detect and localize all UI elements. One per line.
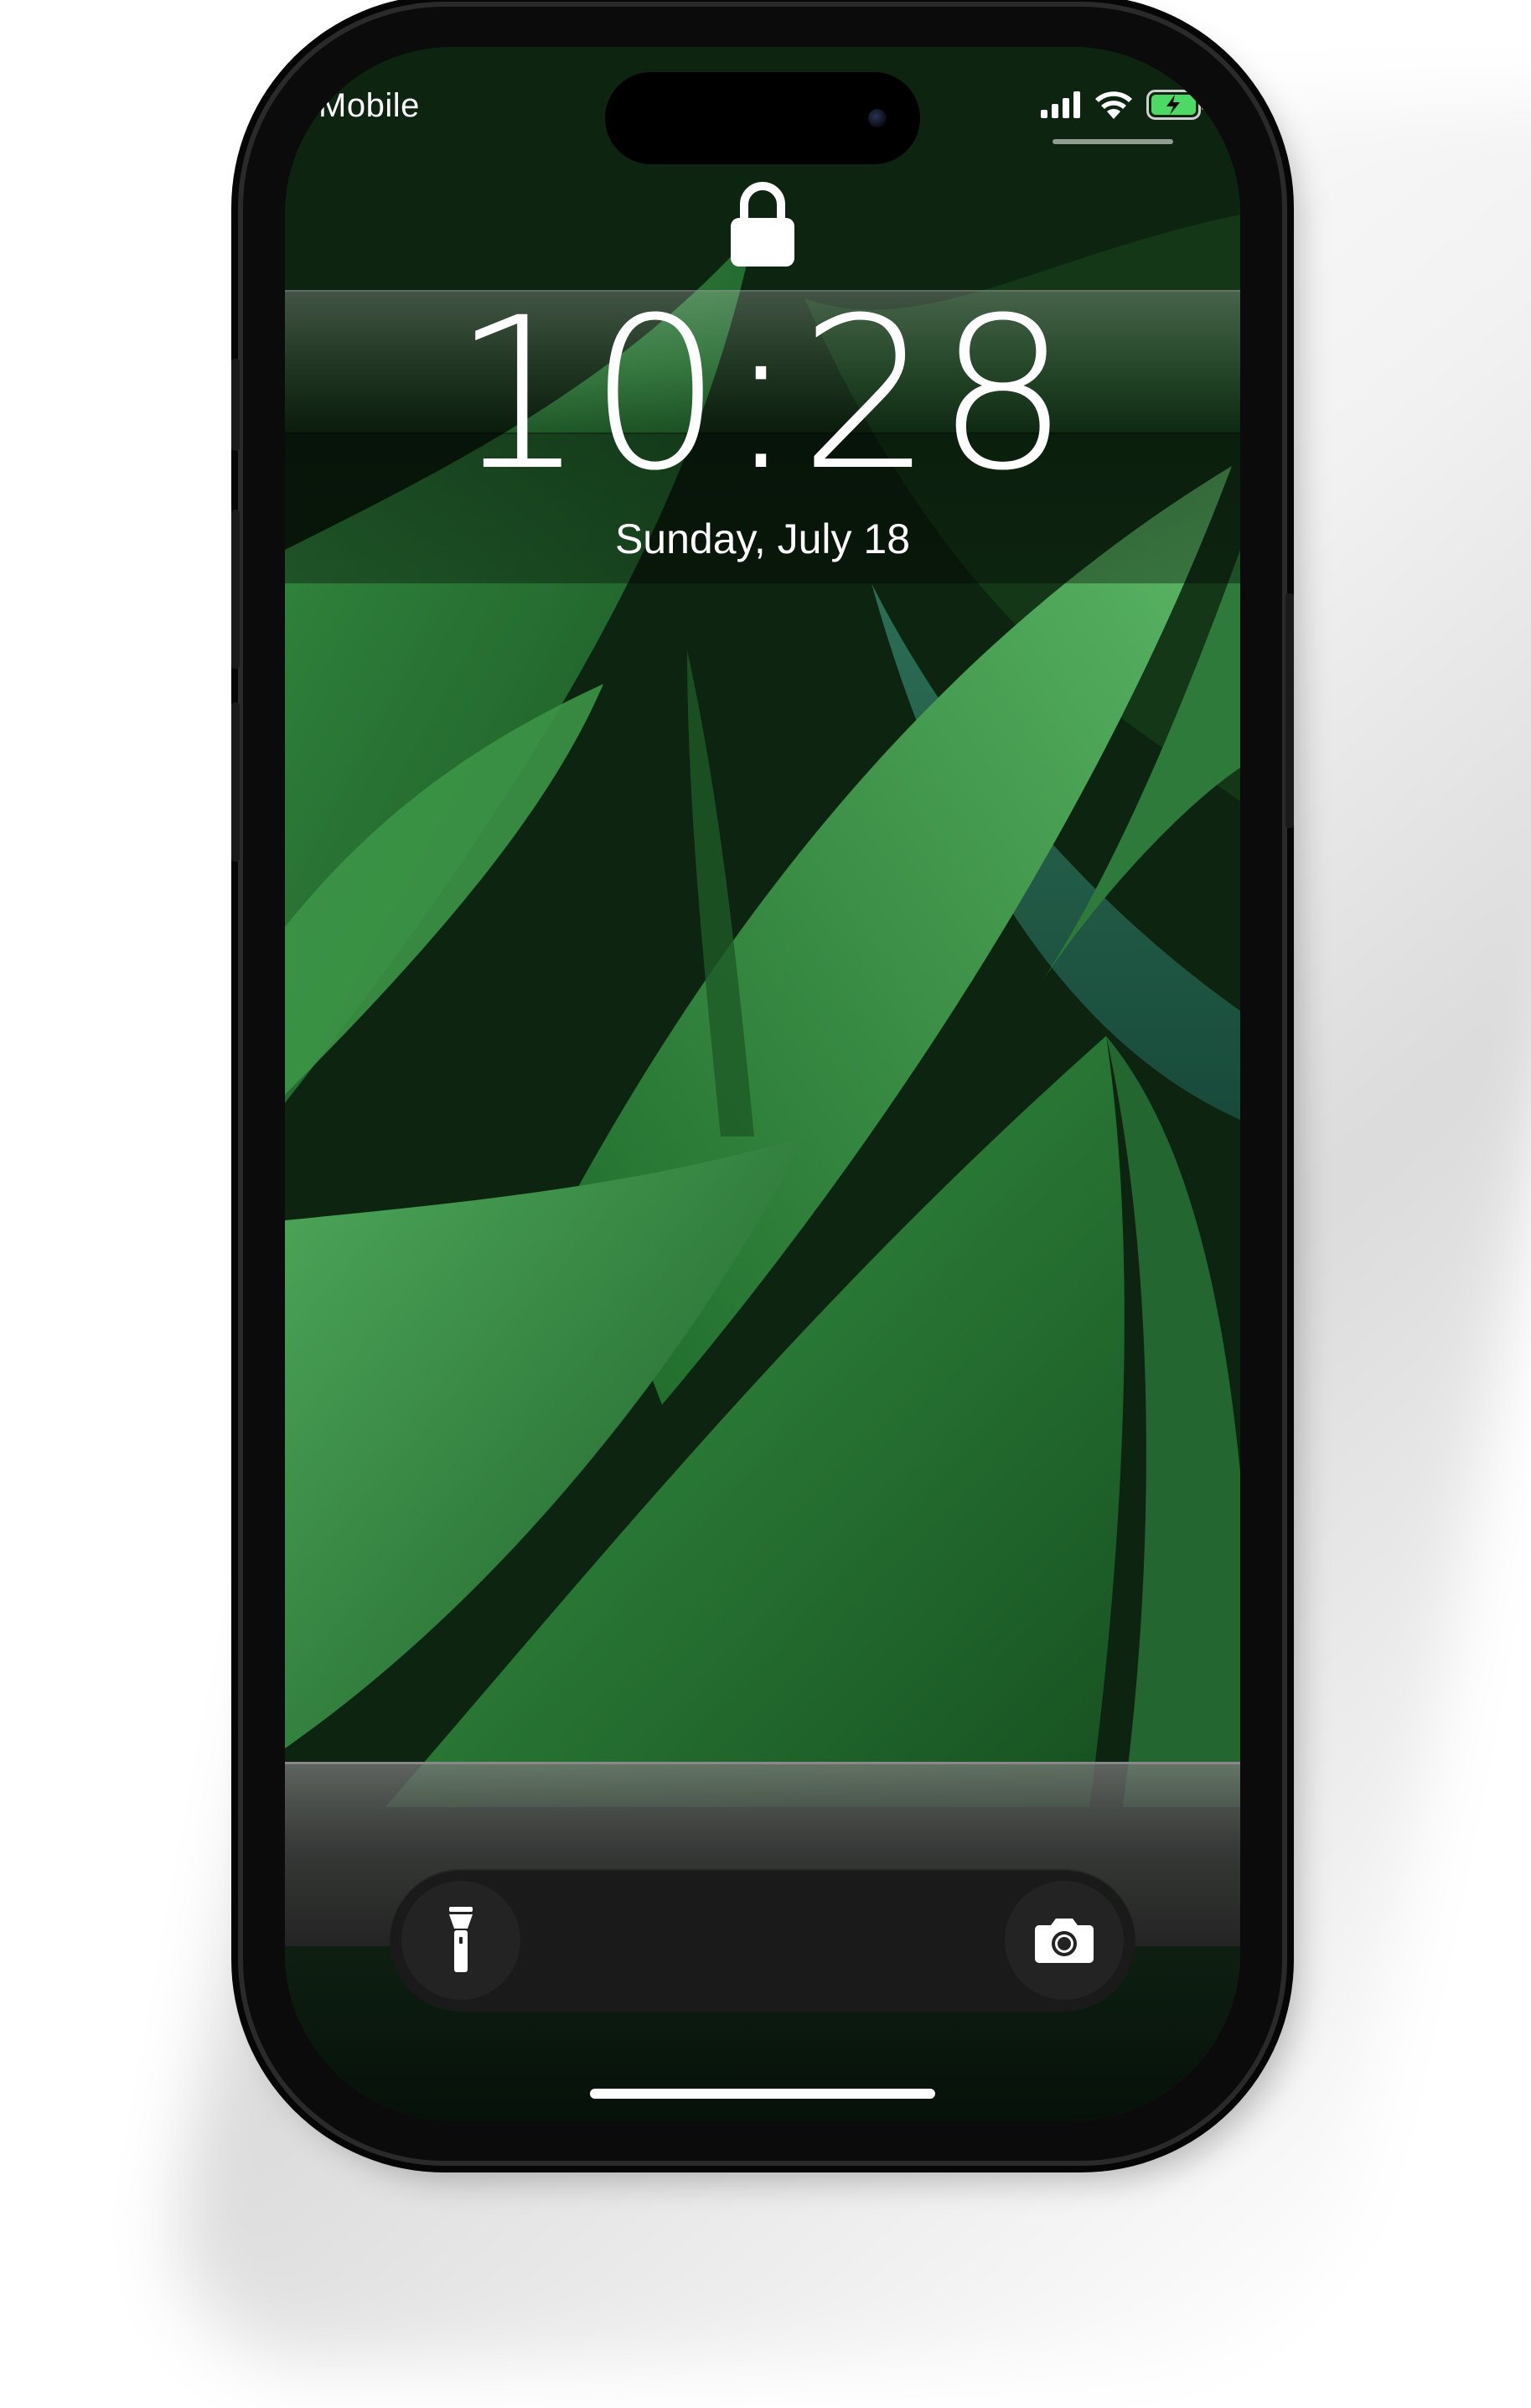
lock-screen[interactable]: Mobile 10:28 Sunday, July 18 (285, 47, 1240, 2121)
home-indicator[interactable] (590, 2089, 935, 2099)
action-button (231, 359, 240, 451)
phone-frame: Mobile 10:28 Sunday, July 18 (231, 7, 1294, 2161)
status-bar: Mobile (285, 47, 1240, 164)
carrier-label: Mobile (318, 87, 420, 124)
quick-actions-bar (390, 1869, 1135, 2012)
camera-icon (1035, 1919, 1094, 1963)
lock-icon (729, 181, 796, 268)
flashlight-icon (449, 1907, 473, 1972)
camera-button[interactable] (1005, 1881, 1124, 2000)
control-center-indicator[interactable] (1053, 139, 1173, 144)
cellular-signal-icon (1041, 91, 1080, 118)
power-button (1285, 593, 1294, 828)
lock-date: Sunday, July 18 (614, 515, 911, 562)
flashlight-button[interactable] (401, 1881, 520, 2000)
volume-down-button (231, 702, 240, 862)
front-camera (868, 109, 887, 127)
wifi-icon (1095, 91, 1132, 119)
volume-up-button (231, 510, 240, 669)
dynamic-island (605, 72, 920, 164)
battery-charging-icon (1146, 90, 1206, 120)
status-icons (1041, 84, 1207, 126)
lock-time: 10:28 (452, 272, 1073, 516)
